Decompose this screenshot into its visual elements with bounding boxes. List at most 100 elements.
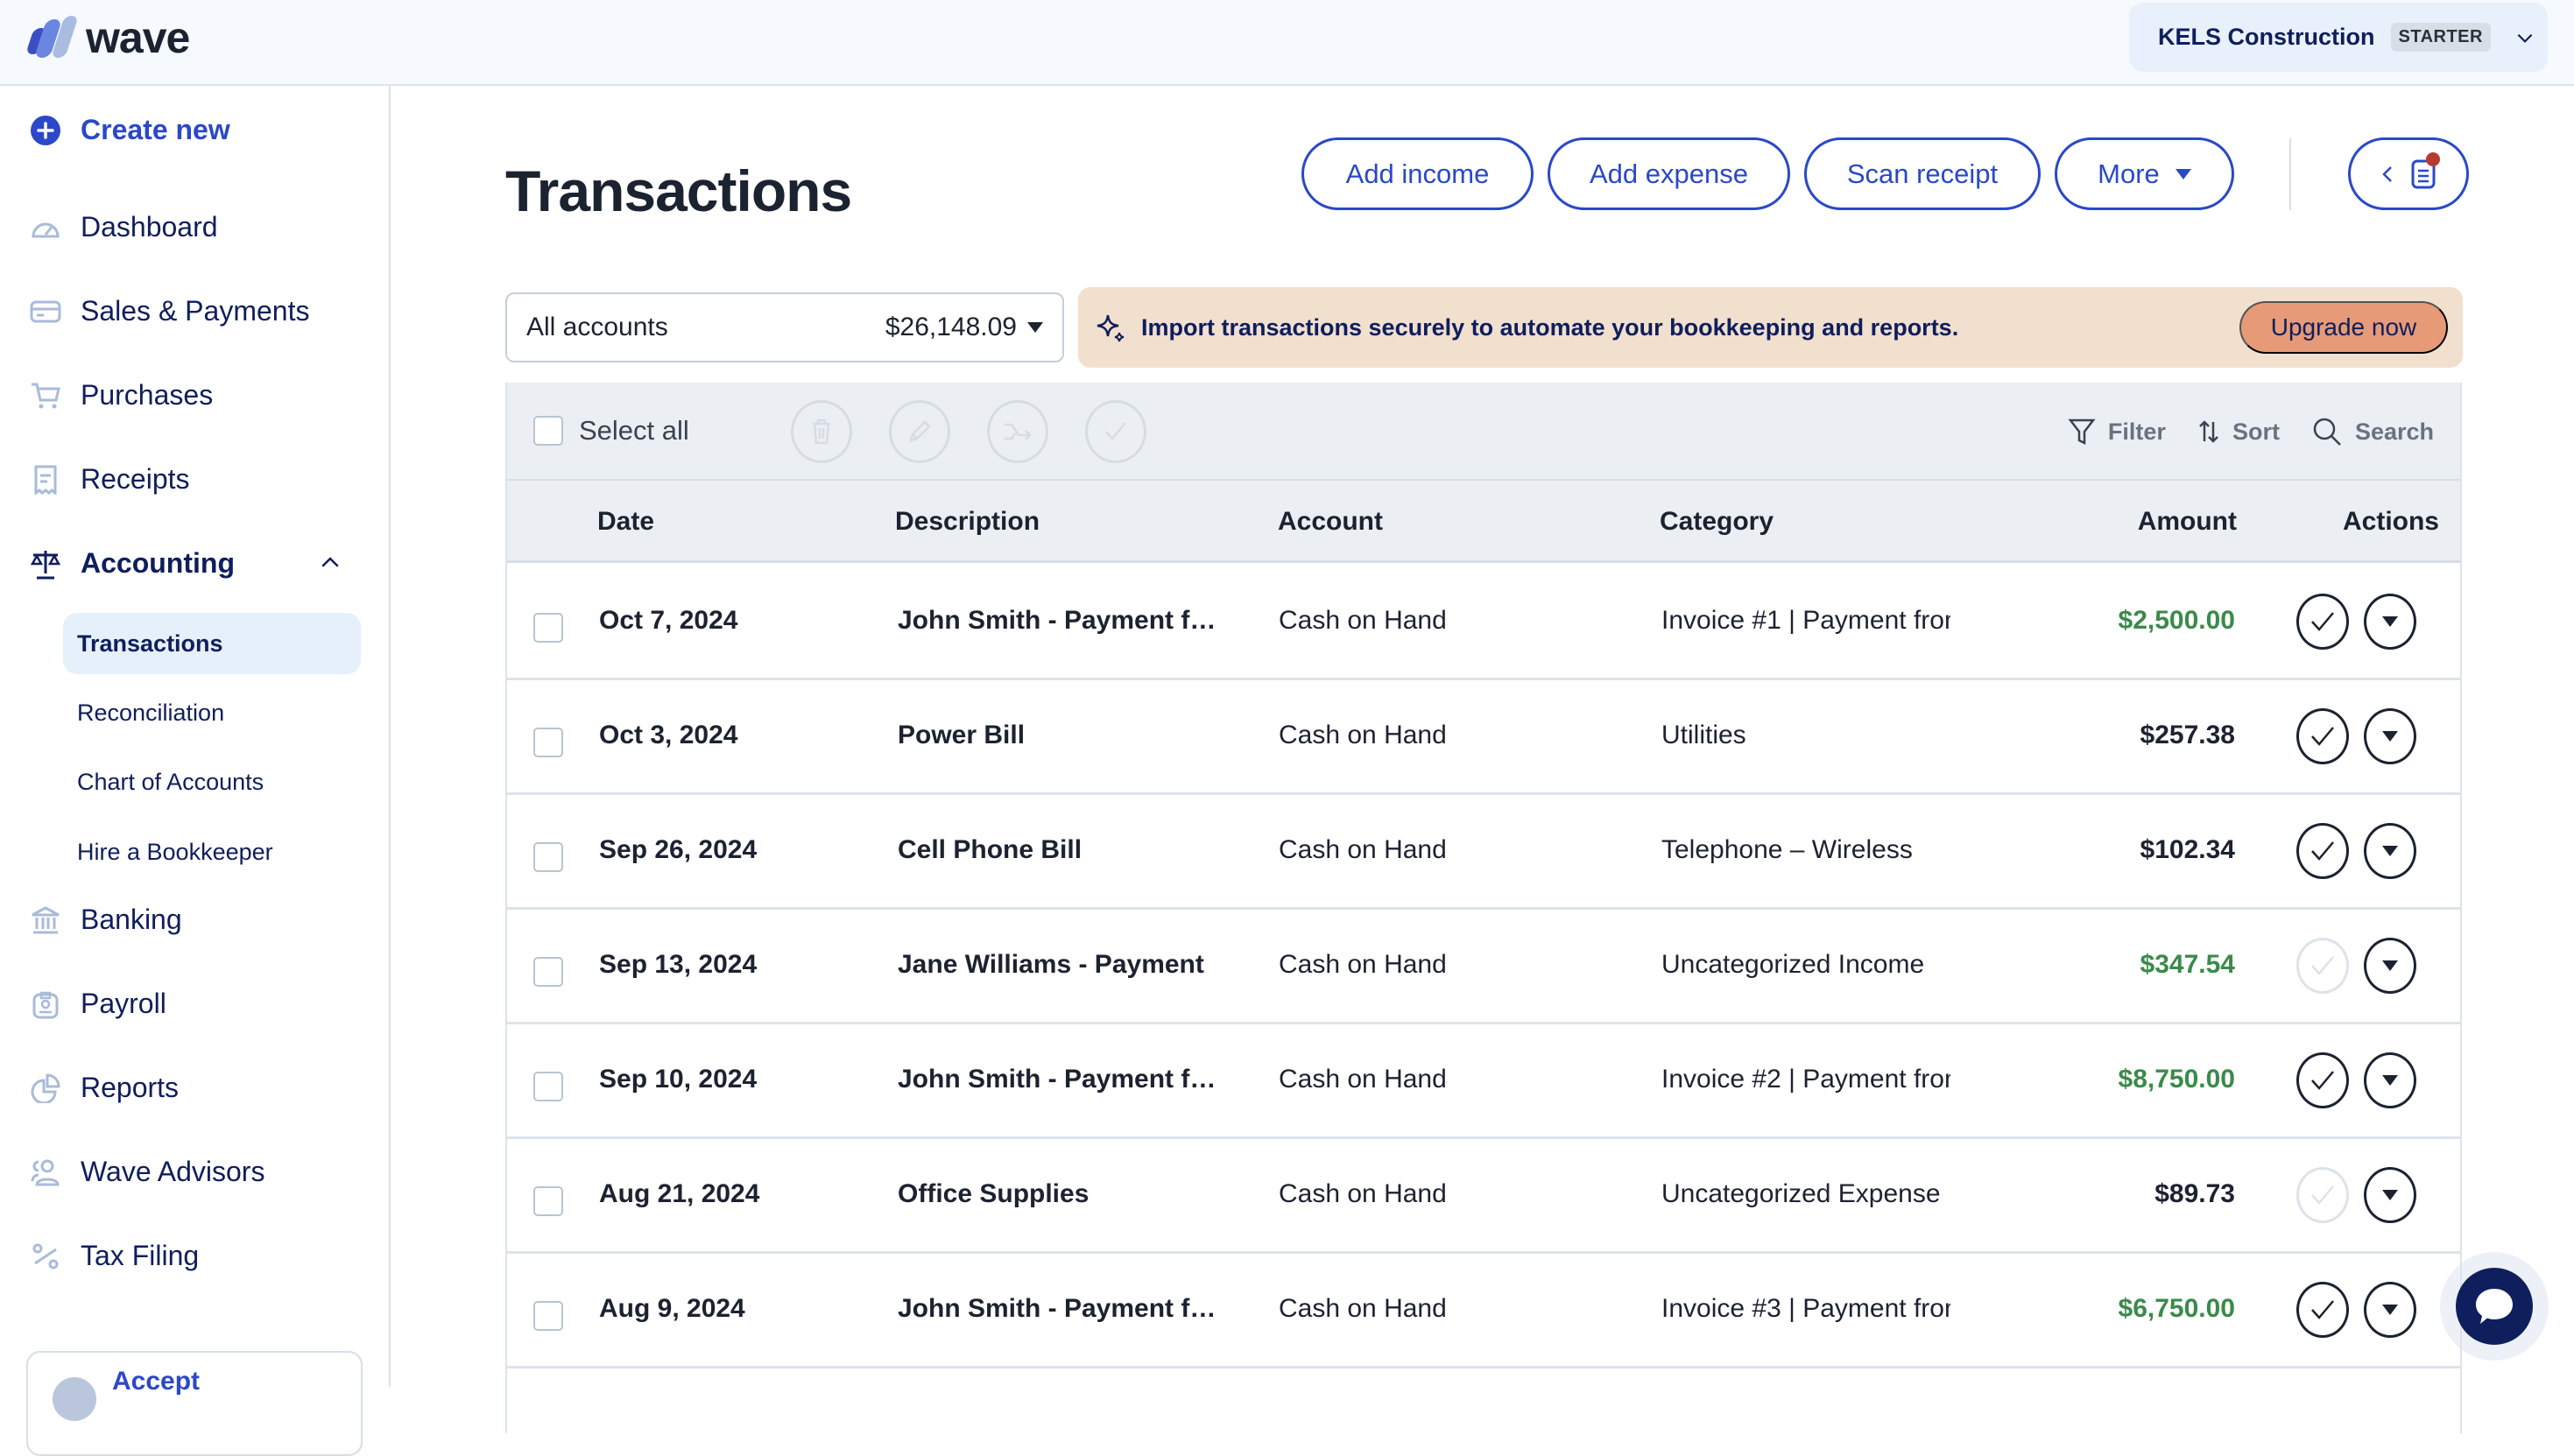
credit-card-icon — [30, 296, 61, 327]
business-switcher[interactable]: KELS Construction STARTER — [2129, 3, 2548, 72]
sidebar-item-tax-filing[interactable]: Tax Filing — [30, 1240, 199, 1272]
row-checkbox[interactable] — [533, 613, 563, 643]
promo-card[interactable]: Accept — [26, 1351, 363, 1456]
table-row[interactable]: Oct 3, 2024 Power Bill Cash on Hand Utiliti… — [507, 680, 2460, 795]
sidebar-subitem-chart-of-accounts[interactable]: Chart of Accounts — [63, 751, 361, 812]
mark-reviewed-button[interactable] — [2296, 823, 2349, 879]
row-checkbox[interactable] — [533, 728, 563, 757]
account-balance: $26,148.09 — [885, 313, 1017, 341]
bulk-approve-button[interactable] — [1085, 400, 1146, 463]
table-row[interactable]: Aug 21, 2024 Office Supplies Cash on Hand U… — [507, 1139, 2460, 1254]
sidebar-item-purchases[interactable]: Purchases — [30, 379, 213, 411]
row-category[interactable]: Invoice #3 | Payment from John Smith — [1661, 1294, 1950, 1324]
row-account: Cash on Hand — [1279, 950, 1447, 979]
row-checkbox[interactable] — [533, 1072, 563, 1101]
bulk-edit-button[interactable] — [889, 400, 950, 463]
row-actions-menu-button[interactable] — [2364, 1282, 2416, 1338]
mark-reviewed-button[interactable] — [2296, 594, 2349, 650]
bulk-delete-button[interactable] — [791, 400, 852, 463]
sidebar-item-label: Tax Filing — [81, 1240, 200, 1271]
row-category[interactable]: Invoice #1 | Payment from John Smith — [1661, 606, 1950, 636]
sidebar-item-receipts[interactable]: Receipts — [30, 463, 190, 496]
row-checkbox[interactable] — [533, 957, 563, 987]
row-actions-menu-button[interactable] — [2364, 1167, 2416, 1223]
search-icon — [2313, 418, 2341, 446]
account-selector[interactable]: All accounts $26,148.09 — [505, 292, 1064, 362]
bulk-merge-button[interactable] — [987, 400, 1048, 463]
more-label: More — [2098, 158, 2160, 189]
table-row[interactable]: Sep 13, 2024 Jane Williams - Payment Cash … — [507, 910, 2460, 1024]
row-description[interactable]: Office Supplies — [898, 1179, 1222, 1209]
caret-down-icon — [2175, 168, 2191, 179]
mark-reviewed-button[interactable] — [2296, 938, 2349, 994]
sidebar-item-banking[interactable]: Banking — [30, 904, 182, 936]
row-actions-menu-button[interactable] — [2364, 708, 2416, 764]
upgrade-banner: Import transactions securely to automate… — [1078, 287, 2463, 368]
search-button[interactable]: Search — [2311, 416, 2434, 447]
sidebar-subitem-reconciliation[interactable]: Reconciliation — [63, 682, 361, 743]
sidebar-item-reports[interactable]: Reports — [30, 1072, 179, 1104]
row-description[interactable]: John Smith - Payment for Invoice #1 — [898, 606, 1222, 636]
table-row[interactable]: Aug 9, 2024 John Smith - Payment for Invo… — [507, 1254, 2460, 1368]
chat-button[interactable] — [2456, 1268, 2533, 1345]
table-row[interactable]: Sep 10, 2024 John Smith - Payment for Inv… — [507, 1024, 2460, 1139]
row-checkbox[interactable] — [533, 842, 563, 872]
sidebar-item-accounting[interactable]: Accounting — [30, 547, 235, 580]
sidebar-subitem-transactions[interactable]: Transactions — [63, 613, 361, 674]
column-header-category[interactable]: Category — [1660, 507, 1774, 537]
row-category[interactable]: Utilities — [1661, 721, 1950, 750]
row-category[interactable]: Invoice #2 | Payment from John Smith — [1661, 1065, 1950, 1094]
mark-reviewed-button[interactable] — [2296, 1052, 2349, 1108]
row-actions-menu-button[interactable] — [2364, 823, 2416, 879]
row-category[interactable]: Telephone – Wireless — [1661, 835, 1950, 865]
row-actions-menu-button[interactable] — [2364, 594, 2416, 650]
row-category[interactable]: Uncategorized Income — [1661, 950, 1950, 980]
chevron-up-icon[interactable] — [317, 550, 343, 576]
row-category[interactable]: Uncategorized Expense — [1661, 1179, 1950, 1209]
sort-button[interactable]: Sort — [2197, 419, 2280, 446]
column-header-amount[interactable]: Amount — [2138, 507, 2237, 537]
upgrade-now-button[interactable]: Upgrade now — [2239, 301, 2448, 354]
column-header-date[interactable]: Date — [597, 507, 654, 537]
table-row[interactable]: Sep 26, 2024 Cell Phone Bill Cash on Hand T… — [507, 795, 2460, 910]
bank-icon — [30, 904, 61, 936]
caret-down-icon — [2382, 1190, 2398, 1200]
row-checkbox[interactable] — [533, 1186, 563, 1216]
sidebar-subitem-hire-bookkeeper[interactable]: Hire a Bookkeeper — [63, 821, 361, 883]
row-description[interactable]: Cell Phone Bill — [898, 835, 1222, 865]
row-checkbox[interactable] — [533, 1301, 563, 1331]
row-description[interactable]: John Smith - Payment for Invoice #2 — [898, 1065, 1222, 1094]
row-actions-menu-button[interactable] — [2364, 938, 2416, 994]
row-account: Cash on Hand — [1279, 1179, 1447, 1208]
toggle-panel-button[interactable] — [2348, 137, 2469, 210]
sidebar-item-dashboard[interactable]: Dashboard — [30, 211, 218, 243]
scan-receipt-button[interactable]: Scan receipt — [1804, 137, 2041, 210]
row-description[interactable]: John Smith - Payment for Invoice #3 — [898, 1294, 1222, 1324]
add-income-button[interactable]: Add income — [1301, 137, 1534, 210]
table-row[interactable]: Oct 7, 2024 John Smith - Payment for Invo… — [507, 566, 2460, 680]
scales-icon — [30, 548, 61, 580]
mark-reviewed-button[interactable] — [2296, 708, 2349, 764]
add-expense-button[interactable]: Add expense — [1548, 137, 1790, 210]
wave-logo[interactable]: wave — [25, 16, 190, 60]
row-description[interactable]: Power Bill — [898, 721, 1222, 750]
sidebar-item-label: Payroll — [81, 988, 166, 1019]
more-button[interactable]: More — [2055, 137, 2234, 210]
caret-down-icon — [2382, 616, 2398, 627]
column-header-description[interactable]: Description — [895, 507, 1040, 537]
select-all-checkbox[interactable] — [533, 416, 563, 446]
mark-reviewed-button[interactable] — [2296, 1167, 2349, 1223]
sidebar-item-wave-advisors[interactable]: Wave Advisors — [30, 1156, 264, 1188]
row-actions-menu-button[interactable] — [2364, 1052, 2416, 1108]
sidebar-item-sales-payments[interactable]: Sales & Payments — [30, 295, 309, 327]
select-all[interactable]: Select all — [533, 415, 689, 447]
row-date: Sep 13, 2024 — [599, 950, 758, 979]
row-amount: $6,750.00 — [2118, 1294, 2235, 1323]
mark-reviewed-button[interactable] — [2296, 1282, 2349, 1338]
row-description[interactable]: Jane Williams - Payment — [898, 950, 1222, 980]
row-amount: $2,500.00 — [2118, 606, 2235, 635]
filter-button[interactable]: Filter — [2068, 417, 2166, 447]
sidebar-item-payroll[interactable]: Payroll — [30, 988, 166, 1020]
create-new-button[interactable]: Create new — [30, 114, 230, 146]
column-header-account[interactable]: Account — [1278, 507, 1383, 537]
